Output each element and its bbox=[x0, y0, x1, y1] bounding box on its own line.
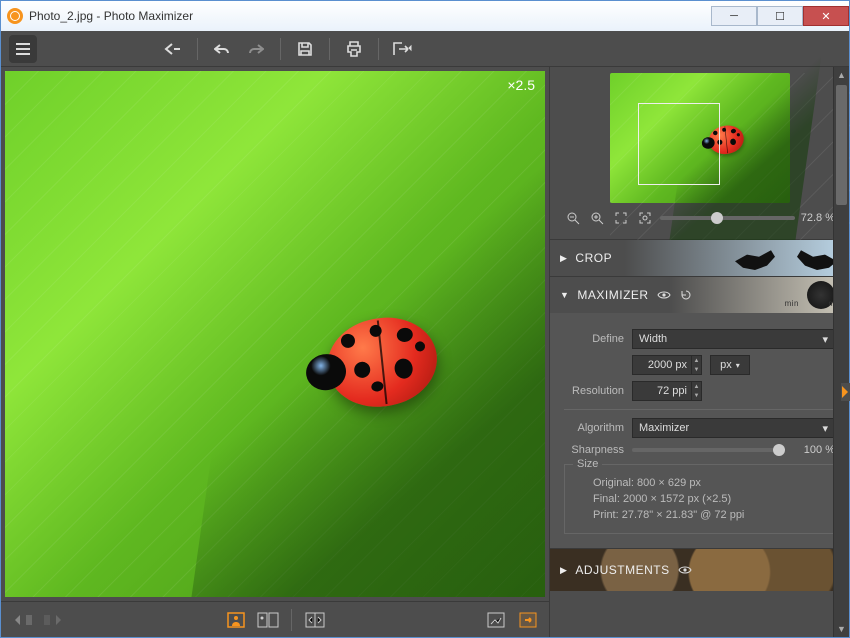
algorithm-select[interactable]: Maximizer▾ bbox=[632, 418, 835, 438]
sharpness-label: Sharpness bbox=[564, 444, 624, 456]
final-size: Final: 2000 × 1572 px (×2.5) bbox=[593, 493, 824, 505]
size-title: Size bbox=[573, 458, 602, 470]
undo-button[interactable] bbox=[208, 35, 236, 63]
size-spinner[interactable]: ▲▼ bbox=[692, 355, 702, 375]
chevron-right-icon: ▶ bbox=[560, 253, 567, 264]
print-size: Print: 27.78" × 21.83" @ 72 ppi bbox=[593, 509, 824, 521]
print-button[interactable] bbox=[340, 35, 368, 63]
resolution-input[interactable]: 72 ppi bbox=[632, 381, 692, 401]
sharpness-slider[interactable] bbox=[632, 448, 785, 452]
unit-select[interactable]: px▾ bbox=[710, 355, 750, 375]
minimize-button[interactable]: ─ bbox=[711, 6, 757, 26]
app-window: Photo_2.jpg - Photo Maximizer ─ ☐ ✕ bbox=[0, 0, 850, 638]
adjustments-section-header[interactable]: ▶ ADJUSTMENTS bbox=[550, 549, 849, 591]
close-button[interactable]: ✕ bbox=[803, 6, 849, 26]
zoom-slider[interactable] bbox=[660, 216, 795, 220]
scroll-thumb[interactable] bbox=[836, 85, 847, 205]
maximize-button[interactable]: ☐ bbox=[757, 6, 803, 26]
separator bbox=[329, 38, 330, 60]
zoom-indicator: ×2.5 bbox=[507, 77, 535, 93]
side-panel: 72.8 % ▶ CROP ▼ MAXIMIZER bbox=[549, 67, 849, 637]
define-label: Define bbox=[564, 333, 624, 345]
redo-button[interactable] bbox=[242, 35, 270, 63]
window-title: Photo_2.jpg - Photo Maximizer bbox=[29, 9, 193, 23]
knob-min-label: min bbox=[785, 299, 799, 308]
crop-decoration bbox=[731, 242, 841, 274]
size-info: Size Original: 800 × 629 px Final: 2000 … bbox=[564, 464, 835, 534]
maximizer-label: MAXIMIZER bbox=[577, 288, 648, 302]
separator bbox=[378, 38, 379, 60]
algorithm-label: Algorithm bbox=[564, 422, 624, 434]
visibility-icon[interactable] bbox=[678, 563, 692, 577]
reset-icon[interactable] bbox=[679, 288, 693, 302]
size-input[interactable]: 2000 px bbox=[632, 355, 692, 375]
next-image-button[interactable] bbox=[41, 608, 67, 632]
zoom-in-button[interactable] bbox=[588, 209, 606, 227]
export-button[interactable] bbox=[389, 35, 417, 63]
navigator-viewport[interactable] bbox=[638, 103, 720, 185]
save-button[interactable] bbox=[291, 35, 319, 63]
maximizer-section-header[interactable]: ▼ MAXIMIZER min max bbox=[550, 277, 849, 313]
resolution-spinner[interactable]: ▲▼ bbox=[692, 381, 702, 401]
view-split-button[interactable] bbox=[302, 608, 328, 632]
bottom-toolbar bbox=[1, 601, 549, 637]
app-icon bbox=[7, 8, 23, 24]
crop-section-header[interactable]: ▶ CROP bbox=[550, 240, 849, 276]
visibility-icon[interactable] bbox=[657, 288, 671, 302]
chevron-down-icon: ▼ bbox=[560, 290, 569, 300]
photo-preview bbox=[5, 71, 545, 597]
chevron-right-icon: ▶ bbox=[560, 565, 567, 576]
separator bbox=[291, 609, 292, 631]
collapse-panel-button[interactable] bbox=[841, 383, 850, 401]
sharpness-value: 100 % bbox=[793, 444, 835, 456]
maximizer-body: Define Width▾ 2000 px ▲▼ px▾ bbox=[550, 313, 849, 548]
fit-screen-button[interactable] bbox=[483, 608, 509, 632]
panel-scrollbar[interactable]: ▲ ▼ bbox=[833, 67, 849, 637]
undo-all-button[interactable] bbox=[159, 35, 187, 63]
image-canvas[interactable]: ×2.5 bbox=[5, 71, 545, 597]
actual-pixels-button[interactable] bbox=[515, 608, 541, 632]
separator bbox=[197, 38, 198, 60]
scroll-down-button[interactable]: ▼ bbox=[834, 621, 849, 637]
navigator[interactable] bbox=[610, 73, 790, 203]
zoom-out-button[interactable] bbox=[564, 209, 582, 227]
define-select[interactable]: Width▾ bbox=[632, 329, 835, 349]
adjustments-label: ADJUSTMENTS bbox=[575, 563, 669, 577]
scroll-up-button[interactable]: ▲ bbox=[834, 67, 849, 83]
crop-label: CROP bbox=[575, 251, 612, 265]
view-single-button[interactable] bbox=[223, 608, 249, 632]
separator bbox=[280, 38, 281, 60]
original-size: Original: 800 × 629 px bbox=[593, 477, 824, 489]
prev-image-button[interactable] bbox=[9, 608, 35, 632]
view-before-after-button[interactable] bbox=[255, 608, 281, 632]
titlebar[interactable]: Photo_2.jpg - Photo Maximizer ─ ☐ ✕ bbox=[1, 1, 849, 31]
resolution-label: Resolution bbox=[564, 385, 624, 397]
menu-button[interactable] bbox=[9, 35, 37, 63]
